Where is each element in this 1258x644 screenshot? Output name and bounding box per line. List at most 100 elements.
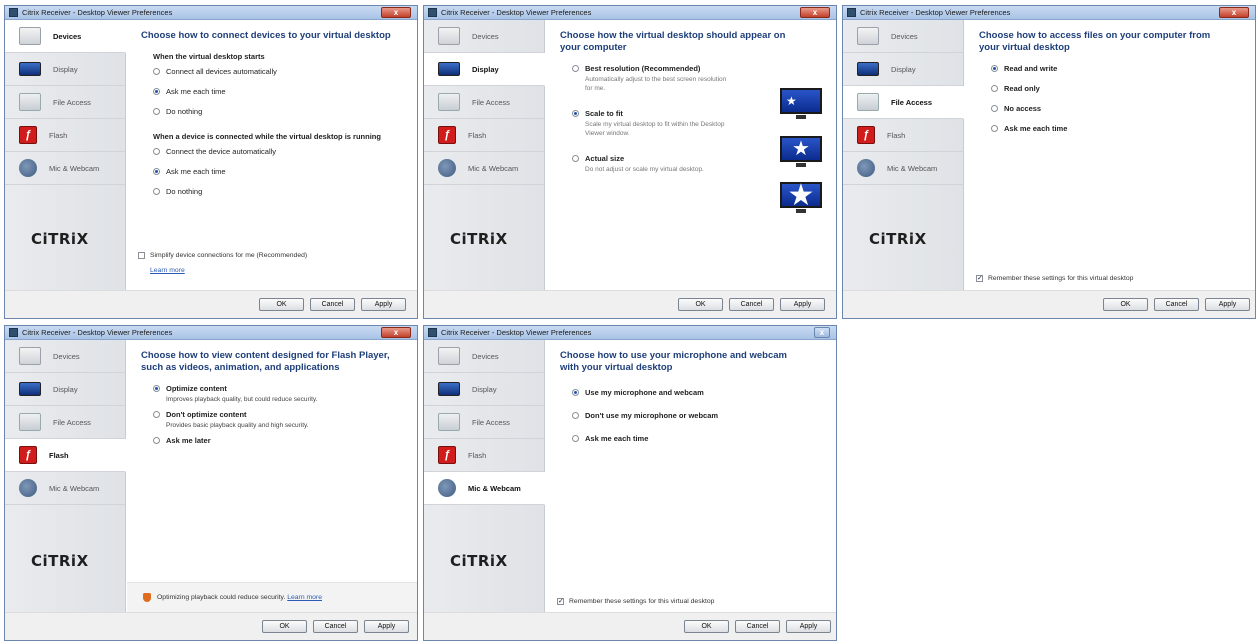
- radio-button[interactable]: [153, 68, 160, 75]
- sidebar-item-label: Devices: [53, 31, 82, 41]
- cancel-button[interactable]: Cancel: [735, 620, 780, 633]
- citrix-app-icon: [847, 8, 856, 17]
- sidebar-item-display[interactable]: Display: [424, 373, 544, 406]
- sidebar-item-mic-webcam[interactable]: Mic & Webcam: [5, 472, 125, 505]
- sidebar-item-devices[interactable]: Devices: [424, 340, 544, 373]
- apply-button[interactable]: Apply: [780, 298, 825, 311]
- radio-option[interactable]: Do nothing: [153, 187, 417, 196]
- sidebar-item-file-access[interactable]: File Access: [5, 406, 125, 439]
- sidebar-item-file-access[interactable]: File Access: [424, 406, 544, 439]
- radio-option[interactable]: Connect all devices automatically: [153, 67, 417, 76]
- sidebar-item-devices[interactable]: Devices: [5, 340, 125, 373]
- radio-option[interactable]: Ask me each time: [991, 124, 1255, 133]
- close-button[interactable]: x: [814, 327, 830, 338]
- radio-option[interactable]: Ask me each time: [153, 87, 417, 96]
- radio-option[interactable]: Ask me each time: [153, 167, 417, 176]
- radio-button[interactable]: [572, 435, 579, 442]
- sidebar-item-file-access[interactable]: File Access: [424, 86, 544, 119]
- radio-button[interactable]: [572, 155, 579, 162]
- checkbox[interactable]: ✓: [557, 598, 564, 605]
- ok-button[interactable]: OK: [259, 298, 304, 311]
- remember-checkbox-row[interactable]: ✓ Remember these settings for this virtua…: [976, 275, 1133, 282]
- sidebar-item-devices[interactable]: Devices: [5, 20, 126, 53]
- sidebar-item-devices[interactable]: Devices: [843, 20, 963, 53]
- radio-button[interactable]: [153, 88, 160, 95]
- ok-button[interactable]: OK: [262, 620, 307, 633]
- checkbox[interactable]: [138, 252, 145, 259]
- radio-button[interactable]: [153, 188, 160, 195]
- sidebar-item-display[interactable]: Display: [424, 53, 545, 86]
- button-bar: OK Cancel Apply: [5, 612, 417, 640]
- sidebar-item-mic-webcam[interactable]: Mic & Webcam: [5, 152, 125, 185]
- close-button[interactable]: x: [800, 7, 830, 18]
- display-icon: [19, 382, 41, 396]
- sidebar-item-mic-webcam[interactable]: Mic & Webcam: [424, 152, 544, 185]
- apply-button[interactable]: Apply: [364, 620, 409, 633]
- sidebar-item-flash[interactable]: ƒ Flash: [5, 119, 125, 152]
- radio-button[interactable]: [153, 148, 160, 155]
- ok-button[interactable]: OK: [678, 298, 723, 311]
- radio-button[interactable]: [991, 85, 998, 92]
- checkbox[interactable]: ✓: [976, 275, 983, 282]
- radio-option[interactable]: Ask me each time: [572, 434, 836, 443]
- radio-option[interactable]: Ask me later: [153, 436, 417, 445]
- radio-button[interactable]: [153, 168, 160, 175]
- radio-button[interactable]: [153, 411, 160, 418]
- radio-button[interactable]: [991, 125, 998, 132]
- radio-option[interactable]: Read only: [991, 84, 1255, 93]
- sidebar-item-display[interactable]: Display: [5, 53, 125, 86]
- title-bar: Citrix Receiver - Desktop Viewer Prefere…: [5, 326, 417, 340]
- ok-button[interactable]: OK: [684, 620, 729, 633]
- sidebar-item-flash[interactable]: ƒ Flash: [424, 119, 544, 152]
- radio-option[interactable]: Connect the device automatically: [153, 147, 417, 156]
- radio-label: Don't optimize content: [166, 410, 247, 419]
- apply-button[interactable]: Apply: [361, 298, 406, 311]
- learn-more-link[interactable]: Learn more: [287, 594, 322, 601]
- radio-button[interactable]: [153, 437, 160, 444]
- cancel-button[interactable]: Cancel: [729, 298, 774, 311]
- sidebar-item-display[interactable]: Display: [5, 373, 125, 406]
- radio-option[interactable]: No access: [991, 104, 1255, 113]
- radio-button[interactable]: [572, 65, 579, 72]
- dialog-flash: Citrix Receiver - Desktop Viewer Prefere…: [4, 325, 418, 641]
- radio-option[interactable]: Do nothing: [153, 107, 417, 116]
- radio-option[interactable]: Don't optimize content Provides basic pla…: [153, 410, 417, 430]
- sidebar-item-flash[interactable]: ƒ Flash: [843, 119, 963, 152]
- sidebar-item-flash[interactable]: ƒ Flash: [5, 439, 126, 472]
- sidebar-item-mic-webcam[interactable]: Mic & Webcam: [843, 152, 963, 185]
- radio-option[interactable]: Use my microphone and webcam: [572, 388, 836, 397]
- sidebar-item-display[interactable]: Display: [843, 53, 963, 86]
- title-bar: Citrix Receiver - Desktop Viewer Prefere…: [424, 6, 836, 20]
- radio-option[interactable]: Don't use my microphone or webcam: [572, 411, 836, 420]
- sidebar-item-flash[interactable]: ƒ Flash: [424, 439, 544, 472]
- radio-button[interactable]: [153, 108, 160, 115]
- cancel-button[interactable]: Cancel: [313, 620, 358, 633]
- radio-button[interactable]: [572, 389, 579, 396]
- radio-option[interactable]: Read and write: [991, 64, 1255, 73]
- page-heading: Choose how to view content designed for …: [141, 350, 390, 373]
- radio-button[interactable]: [153, 385, 160, 392]
- ok-button[interactable]: OK: [1103, 298, 1148, 311]
- simplify-checkbox-row[interactable]: Simplify device connections for me (Reco…: [138, 252, 307, 259]
- cancel-button[interactable]: Cancel: [310, 298, 355, 311]
- close-button[interactable]: x: [381, 7, 411, 18]
- devices-icon: [19, 347, 41, 365]
- sidebar-item-file-access[interactable]: File Access: [843, 86, 964, 119]
- remember-checkbox-row[interactable]: ✓ Remember these settings for this virtua…: [557, 598, 714, 605]
- group-label: When a device is connected while the vir…: [153, 132, 381, 141]
- apply-button[interactable]: Apply: [1205, 298, 1250, 311]
- sidebar-item-mic-webcam[interactable]: Mic & Webcam: [424, 472, 545, 505]
- close-button[interactable]: x: [1219, 7, 1249, 18]
- learn-more-link[interactable]: Learn more: [150, 267, 185, 274]
- cancel-button[interactable]: Cancel: [1154, 298, 1199, 311]
- best-resolution-monitor-icon: ★: [780, 88, 822, 119]
- radio-button[interactable]: [991, 65, 998, 72]
- apply-button[interactable]: Apply: [786, 620, 831, 633]
- close-button[interactable]: x: [381, 327, 411, 338]
- sidebar-item-devices[interactable]: Devices: [424, 20, 544, 53]
- radio-button[interactable]: [572, 412, 579, 419]
- radio-option[interactable]: Optimize content Improves playback qualit…: [153, 384, 417, 404]
- sidebar-item-file-access[interactable]: File Access: [5, 86, 125, 119]
- radio-button[interactable]: [991, 105, 998, 112]
- radio-button[interactable]: [572, 110, 579, 117]
